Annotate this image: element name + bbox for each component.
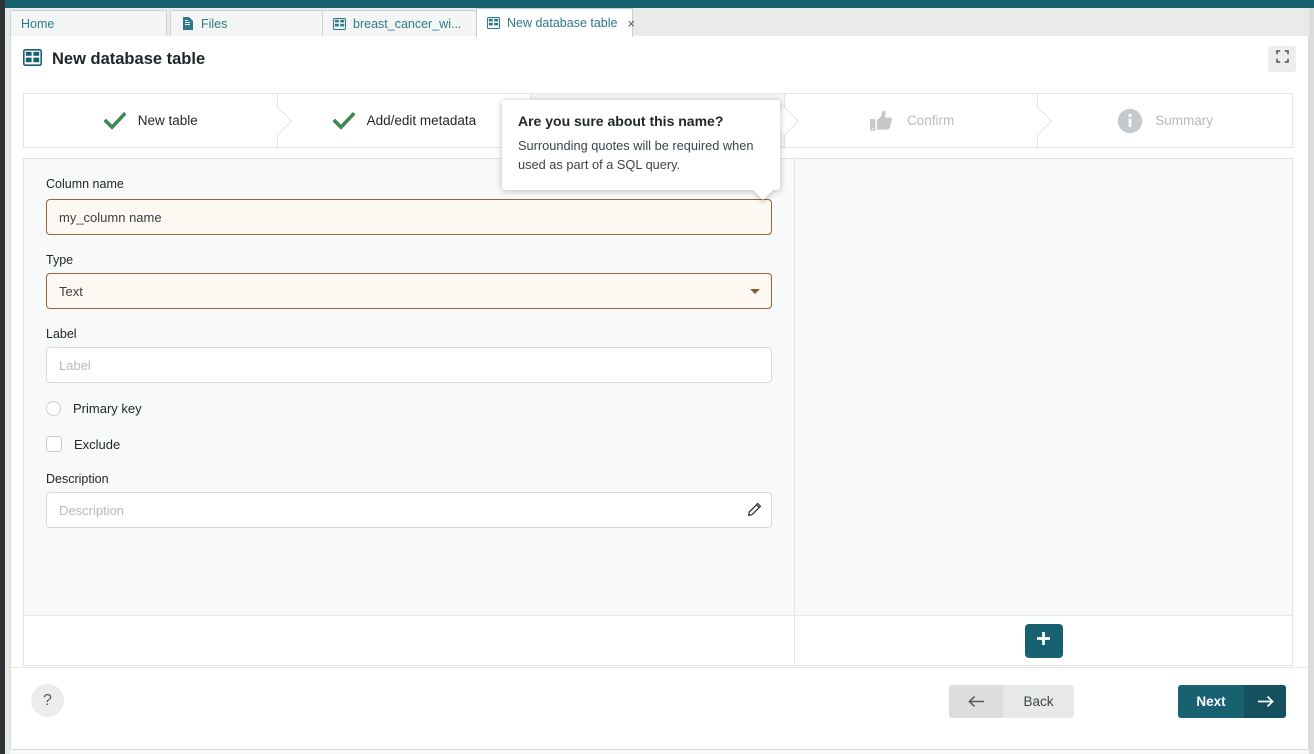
type-label: Type [46, 253, 772, 267]
page-title: New database table [23, 49, 205, 71]
pencil-icon[interactable] [746, 502, 762, 523]
label-input[interactable] [46, 347, 772, 383]
tooltip-title: Are you sure about this name? [518, 113, 764, 129]
primary-key-label: Primary key [73, 401, 142, 416]
description-input[interactable] [46, 492, 772, 528]
step-label: Summary [1155, 113, 1213, 128]
top-accent-strip [0, 0, 1314, 8]
fullscreen-button[interactable] [1268, 46, 1296, 72]
label-field-label: Label [46, 327, 772, 341]
tab-breast-cancer[interactable]: breast_cancer_wi... [322, 10, 477, 36]
next-button[interactable]: Next [1178, 685, 1286, 718]
type-select[interactable]: Text [46, 273, 772, 309]
field-label: Label [46, 327, 772, 383]
step-label: Confirm [907, 113, 954, 128]
window-left-edge-inner [5, 8, 10, 754]
field-type: Type Text [46, 253, 772, 309]
columns-preview-panel [795, 158, 1293, 666]
step-confirm[interactable]: Confirm [785, 94, 1039, 147]
tab-label: New database table [507, 16, 618, 30]
arrow-left-icon [949, 685, 1003, 718]
wizard-body: Column name Type Text [23, 158, 1293, 666]
column-fields: Column name Type Text [24, 159, 794, 528]
page-header: New database table [11, 36, 1308, 83]
name-warning-tooltip: Are you sure about this name? Surroundin… [502, 100, 780, 190]
wizard-footer: ? Back Next [11, 667, 1308, 749]
editor-footer-strip [24, 615, 794, 665]
help-button[interactable]: ? [31, 684, 64, 717]
step-add-edit-metadata[interactable]: Add/edit metadata [278, 94, 532, 147]
column-editor-panel: Column name Type Text [23, 158, 795, 666]
question-mark-icon: ? [43, 692, 52, 710]
tab-label: Files [201, 17, 227, 31]
step-label: Add/edit metadata [367, 113, 477, 128]
plus-icon [1036, 631, 1051, 651]
close-icon[interactable]: × [628, 17, 636, 30]
type-select-value: Text [59, 284, 83, 299]
check-icon [333, 112, 355, 130]
description-label: Description [46, 472, 772, 486]
fullscreen-icon [1276, 50, 1289, 68]
tab-bar: Home Files breast_cancer_wi... New datab… [10, 8, 1309, 36]
back-label: Back [1003, 694, 1074, 709]
thumbs-up-icon [869, 109, 895, 133]
table-icon [23, 49, 42, 71]
tab-label: Home [21, 17, 54, 31]
window-right-edge [1309, 8, 1314, 754]
type-select-wrap: Text [46, 273, 772, 309]
table-icon [487, 17, 500, 30]
page-title-text: New database table [52, 50, 205, 69]
step-summary[interactable]: Summary [1038, 94, 1292, 147]
field-description: Description [46, 472, 772, 528]
checkbox-icon[interactable] [46, 436, 62, 452]
arrow-right-icon [1244, 685, 1286, 718]
primary-key-row[interactable]: Primary key [46, 401, 772, 416]
next-label: Next [1178, 694, 1244, 709]
column-name-input[interactable] [46, 199, 772, 235]
tab-files[interactable]: Files [170, 10, 325, 36]
add-column-button[interactable] [1025, 624, 1063, 658]
back-button[interactable]: Back [949, 685, 1074, 718]
tooltip-body: Surrounding quotes will be required when… [518, 137, 764, 174]
table-icon [333, 17, 346, 30]
exclude-row[interactable]: Exclude [46, 436, 772, 452]
tab-new-database-table[interactable]: New database table × [476, 8, 633, 37]
tab-label: breast_cancer_wi... [353, 17, 461, 31]
file-icon [181, 17, 194, 30]
step-label: New table [138, 113, 198, 128]
tab-home[interactable]: Home [10, 10, 167, 36]
exclude-label: Exclude [74, 437, 120, 452]
description-wrap [46, 492, 772, 528]
radio-icon[interactable] [46, 401, 61, 416]
add-column-footer [795, 615, 1292, 665]
info-icon [1117, 108, 1143, 134]
window-left-edge [0, 0, 5, 754]
check-icon [104, 112, 126, 130]
column-name-label: Column name [46, 177, 124, 191]
chevron-down-icon[interactable] [750, 289, 760, 294]
step-new-table[interactable]: New table [24, 94, 278, 147]
